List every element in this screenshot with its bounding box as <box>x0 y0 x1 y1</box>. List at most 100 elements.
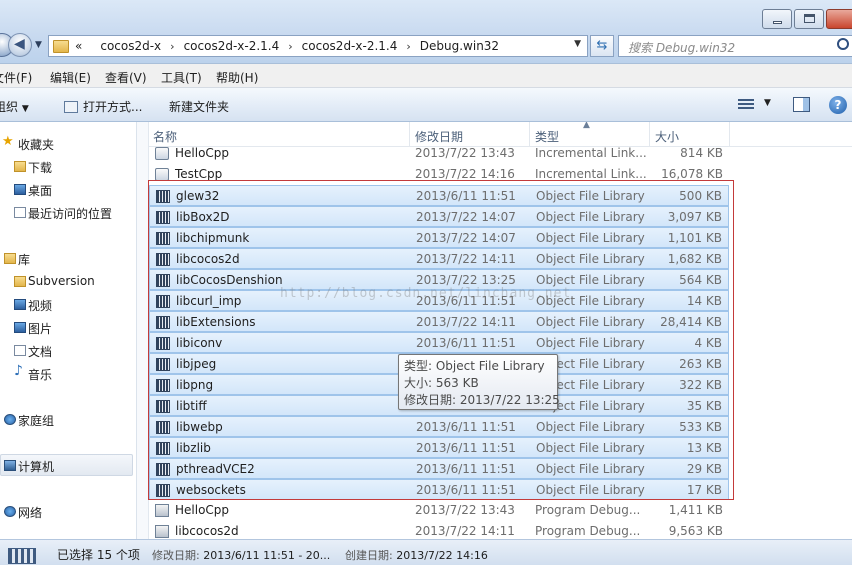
file-name: libCocosDenshion <box>176 273 283 287</box>
nav-label: 视频 <box>28 299 53 313</box>
nav-computer[interactable]: 计算机 <box>4 458 54 475</box>
view-options-dropdown-icon[interactable]: ▼ <box>764 98 771 108</box>
nav-recent-places[interactable]: 最近访问的位置 <box>14 205 112 222</box>
nav-homegroup[interactable]: 家庭组 <box>4 412 54 429</box>
file-name: libpng <box>176 378 214 392</box>
nav-network[interactable]: 网络 <box>4 504 43 521</box>
nav-favorites[interactable]: ★ 收藏夹 <box>2 134 54 153</box>
file-size: 1,101 KB <box>667 231 722 245</box>
organize-button[interactable]: 组织 ▼ <box>0 98 29 115</box>
file-row[interactable]: libcocos2d 2013/7/22 14:11 Program Debug..… <box>149 521 729 539</box>
file-row[interactable]: pthreadVCE2 2013/6/11 11:51 Object File Li… <box>149 458 729 479</box>
nav-subversion[interactable]: Subversion <box>14 274 95 288</box>
nav-downloads[interactable]: 下载 <box>14 159 52 176</box>
file-row[interactable]: TestCpp 2013/7/22 14:16 Incremental Link..… <box>149 164 729 185</box>
status-bar: 已选择 15 个项 修改日期: 2013/6/11 11:51 - 20... … <box>0 539 852 565</box>
nav-label: 网络 <box>18 506 43 520</box>
status-modified: 修改日期: 2013/6/11 11:51 - 20... <box>152 547 330 563</box>
column-divider[interactable] <box>729 122 730 147</box>
minimize-icon <box>773 21 782 24</box>
breadcrumb-item[interactable]: cocos2d-x-2.1.4 <box>184 39 280 53</box>
file-size: 263 KB <box>679 357 722 371</box>
library-file-icon <box>156 295 170 308</box>
column-size[interactable]: 大小 <box>655 128 679 145</box>
column-divider[interactable] <box>529 122 530 147</box>
nav-videos[interactable]: 视频 <box>14 297 53 314</box>
file-row[interactable]: glew32 2013/6/11 11:51 Object File Library… <box>149 185 729 206</box>
breadcrumb-item[interactable]: cocos2d-x <box>100 39 161 53</box>
breadcrumb-item[interactable]: cocos2d-x-2.1.4 <box>302 39 398 53</box>
file-date: 2013/7/22 13:25 <box>416 273 516 287</box>
change-view-icon[interactable] <box>738 99 754 111</box>
file-type: Object File Library <box>536 252 645 266</box>
library-file-icon <box>156 463 170 476</box>
open-with-button[interactable]: 打开方式... <box>64 98 142 115</box>
nav-music[interactable]: ♪ 音乐 <box>14 363 52 383</box>
file-row[interactable]: libzlib 2013/6/11 11:51 Object File Librar… <box>149 437 729 458</box>
subversion-icon <box>14 276 26 287</box>
library-file-icon <box>156 337 170 350</box>
nav-desktop[interactable]: 桌面 <box>14 182 52 199</box>
network-icon <box>4 506 16 517</box>
file-row[interactable]: libchipmunk 2013/7/22 14:07 Object File Li… <box>149 227 729 248</box>
address-bar[interactable]: « cocos2d-x › cocos2d-x-2.1.4 › cocos2d-… <box>48 35 588 57</box>
close-button[interactable] <box>826 9 852 29</box>
help-icon[interactable]: ? <box>829 96 847 114</box>
file-row[interactable]: libcocos2d 2013/7/22 14:11 Object File Lib… <box>149 248 729 269</box>
column-type[interactable]: 类型 <box>535 128 559 145</box>
breadcrumb-separator[interactable]: › <box>406 40 410 53</box>
file-type: Object File Library <box>536 441 645 455</box>
file-row[interactable]: HelloCpp 2013/7/22 13:43 Program Debug... 1… <box>149 500 729 521</box>
status-modified-value: 2013/6/11 11:51 - 20... <box>203 549 331 562</box>
status-created: 创建日期: 2013/7/22 14:16 <box>345 547 488 563</box>
file-date: 2013/7/22 14:07 <box>416 231 516 245</box>
file-row[interactable]: websockets 2013/6/11 11:51 Object File Lib… <box>149 479 729 500</box>
star-icon: ★ <box>2 134 14 149</box>
file-row[interactable]: libExtensions 2013/7/22 14:11 Object File … <box>149 311 729 332</box>
file-row[interactable]: libiconv 2013/6/11 11:51 Object File Libra… <box>149 332 729 353</box>
minimize-button[interactable] <box>762 9 792 29</box>
breadcrumb-separator[interactable]: › <box>170 40 174 53</box>
menu-edit[interactable]: 编辑(E) <box>50 69 91 86</box>
file-name: HelloCpp <box>175 503 230 517</box>
menu-view[interactable]: 查看(V) <box>105 69 147 86</box>
nav-pictures[interactable]: 图片 <box>14 320 52 337</box>
nav-documents[interactable]: 文档 <box>14 343 52 360</box>
file-size: 29 KB <box>686 462 722 476</box>
address-dropdown-icon[interactable]: ▼ <box>574 39 581 49</box>
computer-icon <box>4 460 16 471</box>
pane-splitter[interactable] <box>137 122 149 539</box>
library-file-icon <box>156 442 170 455</box>
recent-pages-dropdown-icon[interactable]: ▼ <box>35 40 42 50</box>
preview-pane-icon[interactable] <box>793 97 810 112</box>
maximize-button[interactable] <box>794 9 824 29</box>
search-icon[interactable] <box>837 38 849 50</box>
new-folder-button[interactable]: 新建文件夹 <box>169 98 229 115</box>
file-row[interactable]: libBox2D 2013/7/22 14:07 Object File Libra… <box>149 206 729 227</box>
column-divider[interactable] <box>649 122 650 147</box>
file-name: pthreadVCE2 <box>176 462 255 476</box>
nav-libraries[interactable]: 库 <box>4 251 30 268</box>
forward-button[interactable]: ◀ <box>8 33 32 57</box>
library-file-icon <box>156 484 170 497</box>
column-divider[interactable] <box>409 122 410 147</box>
file-name: libiconv <box>176 336 223 350</box>
refresh-button[interactable]: ⇆ <box>590 35 614 57</box>
menu-tools[interactable]: 工具(T) <box>161 69 202 86</box>
menu-help[interactable]: 帮助(H) <box>216 69 258 86</box>
breadcrumb-item[interactable]: Debug.win32 <box>420 39 499 53</box>
status-created-value: 2013/7/22 14:16 <box>396 549 488 562</box>
search-input[interactable]: 搜索 Debug.win32 <box>618 35 852 57</box>
file-name: glew32 <box>176 189 220 203</box>
file-type: Object File Library <box>536 336 645 350</box>
column-date[interactable]: 修改日期 <box>415 128 463 145</box>
column-name[interactable]: 名称 <box>153 128 177 145</box>
file-row[interactable]: libwebp 2013/6/11 11:51 Object File Librar… <box>149 416 729 437</box>
navigation-pane: ★ 收藏夹 下载 桌面 最近访问的位置 库 Subversion 视频 图片 文档… <box>0 122 137 539</box>
chevron-down-icon: ▼ <box>21 104 29 114</box>
breadcrumb-separator[interactable]: › <box>288 40 292 53</box>
file-type: Incremental Link... <box>535 146 647 160</box>
breadcrumb-overflow[interactable]: « <box>75 39 82 53</box>
open-with-icon <box>64 101 78 113</box>
menu-file[interactable]: 文件(F) <box>0 69 32 86</box>
